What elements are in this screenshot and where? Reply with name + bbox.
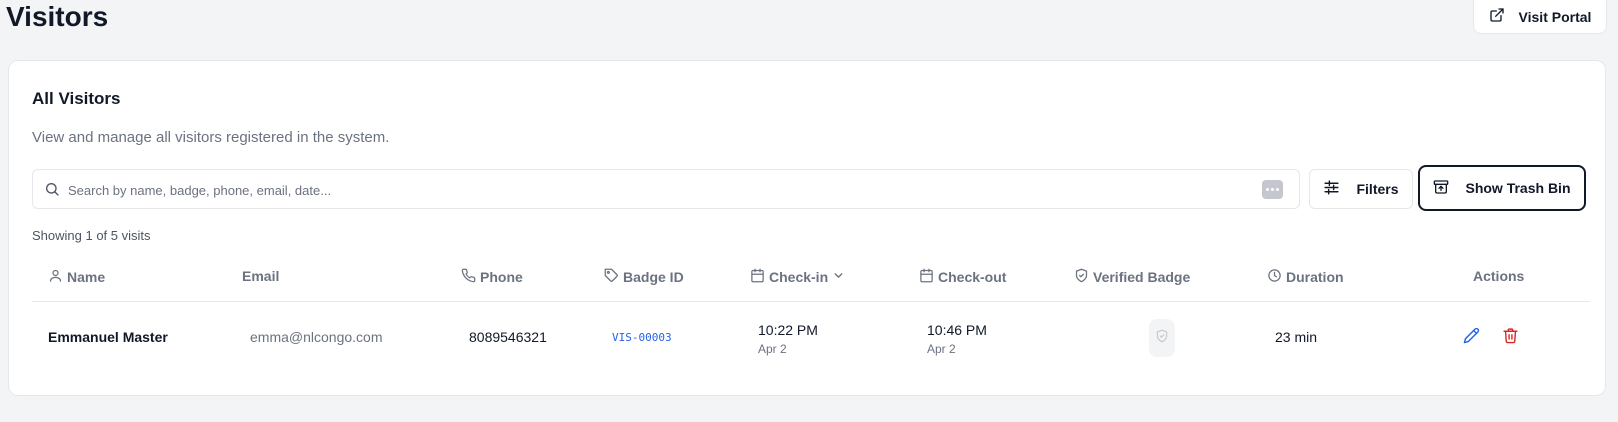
external-link-icon [1489, 7, 1505, 26]
sliders-icon [1323, 179, 1340, 199]
pencil-icon[interactable] [1463, 327, 1480, 349]
visitor-check-out: 10:46 PM Apr 2 [927, 322, 987, 356]
calendar-icon [750, 268, 765, 286]
more-icon[interactable] [1262, 180, 1283, 199]
column-header-duration: Duration [1267, 268, 1344, 286]
visitor-check-in: 10:22 PM Apr 2 [758, 322, 818, 356]
tag-icon [604, 268, 619, 286]
visitor-phone: 8089546321 [469, 329, 547, 345]
user-icon [48, 268, 63, 286]
show-trash-bin-button[interactable]: Show Trash Bin [1418, 165, 1586, 211]
verified-badge-status [1149, 319, 1175, 357]
page-title: Visitors [6, 1, 109, 32]
visitor-badge-id: VIS-00003 [612, 331, 672, 344]
search-icon [44, 181, 60, 202]
phone-icon [461, 268, 476, 286]
showing-count: Showing 1 of 5 visits [32, 228, 151, 243]
check-out-time: 10:46 PM [927, 322, 987, 338]
column-header-check-out: Check-out [919, 268, 1006, 286]
card-title: All Visitors [32, 89, 121, 108]
visitor-name: Emmanuel Master [48, 329, 168, 345]
trash-icon[interactable] [1502, 327, 1519, 349]
visitor-email: emma@nlcongo.com [250, 329, 383, 345]
archive-icon [1433, 179, 1449, 198]
clock-icon [1267, 268, 1282, 286]
shield-check-icon [1074, 268, 1089, 286]
column-header-verified-badge: Verified Badge [1074, 268, 1190, 286]
filters-label: Filters [1356, 181, 1399, 197]
shield-check-icon [1155, 329, 1169, 348]
card-description: View and manage all visitors registered … [32, 129, 390, 146]
column-header-actions: Actions [1473, 268, 1525, 284]
visit-portal-button[interactable]: Visit Portal [1473, 0, 1607, 34]
search-box [32, 169, 1300, 209]
table-header-divider [32, 301, 1590, 302]
check-in-time: 10:22 PM [758, 322, 818, 338]
visitors-card: All Visitors View and manage all visitor… [8, 60, 1606, 396]
column-header-email: Email [242, 268, 280, 284]
column-header-name: Name [48, 268, 105, 286]
calendar-icon [919, 268, 934, 286]
column-header-phone: Phone [461, 268, 523, 286]
visit-duration: 23 min [1275, 329, 1318, 345]
search-input[interactable] [68, 178, 1248, 202]
filters-button[interactable]: Filters [1309, 169, 1413, 209]
visit-portal-label: Visit Portal [1518, 8, 1592, 25]
check-out-date: Apr 2 [927, 342, 956, 356]
show-trash-bin-label: Show Trash Bin [1465, 180, 1571, 196]
column-header-badge-id: Badge ID [604, 268, 684, 286]
chevron-down-icon [832, 269, 845, 285]
column-header-check-in[interactable]: Check-in [750, 268, 845, 286]
check-in-date: Apr 2 [758, 342, 787, 356]
